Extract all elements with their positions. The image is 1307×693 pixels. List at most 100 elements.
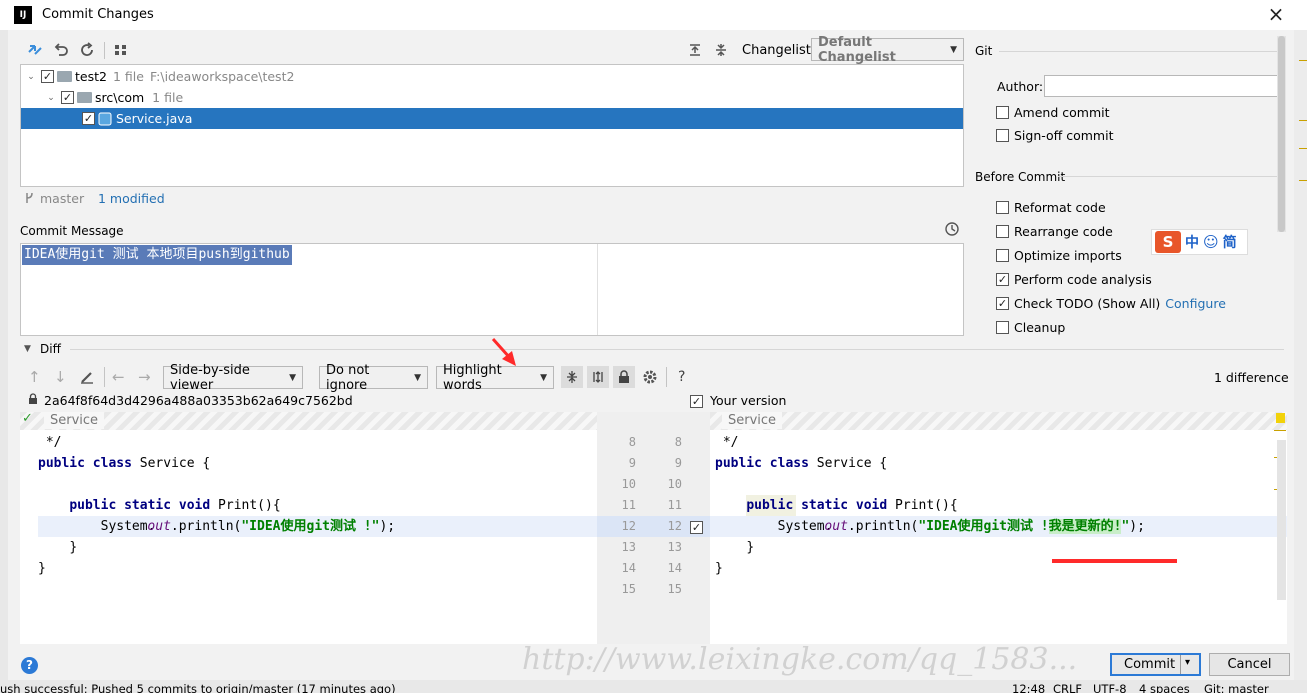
- options-scrollbar[interactable]: [1277, 36, 1286, 232]
- before-commit-option[interactable]: Check TODO (Show All) Configure: [996, 293, 1226, 313]
- ime-chinese-mode[interactable]: 中: [1185, 232, 1199, 252]
- before-commit-option[interactable]: Optimize imports: [996, 245, 1122, 265]
- cancel-button[interactable]: Cancel: [1209, 653, 1290, 676]
- viewer-dropdown[interactable]: Side-by-side viewer ▼: [163, 363, 303, 393]
- expand-arrow-icon[interactable]: ⌄: [21, 72, 41, 82]
- help-icon[interactable]: ?: [678, 369, 685, 385]
- author-input[interactable]: [1044, 75, 1282, 97]
- commit-message-textarea[interactable]: IDEA使用git 测试 本地项目push到github: [20, 243, 964, 336]
- status-message: ush successful: Pushed 5 commits to orig…: [0, 682, 396, 693]
- close-window-button[interactable]: ×: [1264, 3, 1288, 27]
- branch-name: master: [40, 191, 85, 206]
- status-indent[interactable]: 4 spaces: [1139, 682, 1190, 693]
- folder-checkbox[interactable]: [61, 91, 74, 104]
- chevron-down-icon[interactable]: ▾: [1185, 657, 1190, 668]
- commit-message-text: IDEA使用git 测试 本地项目push到github: [22, 245, 292, 265]
- left-line-number: 10: [621, 477, 636, 491]
- before-commit-option[interactable]: Cleanup: [996, 317, 1065, 337]
- right-breadcrumb[interactable]: Service: [722, 412, 783, 429]
- right-line-number: 14: [667, 561, 682, 575]
- edit-source-icon[interactable]: [79, 369, 95, 385]
- lock-icon[interactable]: [613, 366, 635, 388]
- tree-row-file-selected[interactable]: Service.java: [21, 108, 963, 129]
- ime-simplified-mode[interactable]: 简: [1223, 232, 1237, 252]
- intellij-app-icon: IJ: [14, 6, 32, 24]
- before-commit-option[interactable]: Perform code analysis: [996, 269, 1152, 289]
- status-line-separator[interactable]: CRLF: [1053, 682, 1082, 693]
- status-git-branch[interactable]: Git: master: [1204, 682, 1269, 693]
- message-history-clock-icon[interactable]: [944, 221, 960, 237]
- right-margin-guide: [597, 244, 598, 335]
- sogou-logo-icon: S: [1155, 231, 1181, 253]
- refresh-icon[interactable]: [78, 41, 96, 59]
- highlight-dropdown[interactable]: Highlight words ▼: [436, 363, 554, 393]
- left-code-line: }: [38, 561, 46, 576]
- before-commit-checkbox[interactable]: [996, 224, 1009, 238]
- signoff-checkbox[interactable]: [996, 128, 1009, 142]
- left-breadcrumb[interactable]: Service: [44, 412, 105, 429]
- status-position[interactable]: 12:48: [1012, 682, 1045, 693]
- left-revision-hash: 2a64f8f64d3d4296a488a03353b62a649c7562bd: [44, 393, 353, 408]
- tree-row-root[interactable]: ⌄ test2 1 file F:\ideaworkspace\test2: [21, 66, 963, 87]
- right-line-number: 10: [667, 477, 682, 491]
- root-path: F:\ideaworkspace\test2: [149, 69, 295, 84]
- before-commit-option[interactable]: Rearrange code: [996, 221, 1113, 241]
- file-checkbox[interactable]: [82, 112, 95, 125]
- options-scrollbar-thumb[interactable]: [1278, 36, 1285, 232]
- forward-icon[interactable]: →: [138, 368, 151, 386]
- tree-row-folder[interactable]: ⌄ src\com 1 file: [21, 87, 963, 108]
- amend-commit-option[interactable]: Amend commit: [996, 102, 1110, 122]
- amend-checkbox[interactable]: [996, 105, 1009, 119]
- right-line-number: 15: [667, 582, 682, 596]
- collapse-all-icon[interactable]: [712, 41, 730, 59]
- chevron-down-icon: ▼: [414, 372, 421, 383]
- configure-link[interactable]: Configure: [1165, 296, 1226, 311]
- signoff-commit-option[interactable]: Sign-off commit: [996, 125, 1114, 145]
- settings-gear-icon[interactable]: [642, 369, 658, 385]
- before-commit-checkbox[interactable]: [996, 296, 1009, 310]
- ignore-value: Do not ignore: [326, 362, 370, 393]
- group-by-icon[interactable]: [112, 41, 130, 59]
- right-line-number: 11: [667, 498, 682, 512]
- before-commit-header: Before Commit: [975, 170, 1066, 184]
- error-stripe-status-icon: [1276, 413, 1285, 423]
- file-name: Service.java: [116, 111, 193, 126]
- rollback-icon[interactable]: [52, 41, 70, 59]
- diff-divider: [70, 349, 1284, 350]
- collapse-unchanged-icon[interactable]: [561, 366, 583, 388]
- sync-scroll-icon[interactable]: [587, 366, 609, 388]
- your-version-checkbox[interactable]: [690, 394, 706, 409]
- root-checkbox[interactable]: [41, 70, 54, 83]
- before-commit-checkbox[interactable]: [996, 320, 1009, 334]
- before-commit-option[interactable]: Reformat code: [996, 197, 1106, 217]
- help-circle-icon[interactable]: ?: [21, 657, 38, 674]
- show-diff-icon[interactable]: [26, 41, 44, 59]
- changes-tree[interactable]: ⌄ test2 1 file F:\ideaworkspace\test2 ⌄ …: [20, 64, 964, 187]
- ime-emoji-icon[interactable]: ☺: [1203, 233, 1219, 251]
- commit-button[interactable]: Commit ▾: [1110, 653, 1201, 676]
- previous-diff-icon[interactable]: ↑: [28, 368, 41, 386]
- status-encoding[interactable]: UTF-8: [1093, 682, 1127, 693]
- apply-change-checkbox[interactable]: [690, 520, 706, 535]
- diff-section-header: Diff: [40, 342, 61, 356]
- changelist-dropdown[interactable]: Default Changelist ▼: [811, 35, 964, 65]
- expand-all-icon[interactable]: [686, 41, 704, 59]
- expand-arrow-icon[interactable]: ⌄: [41, 93, 61, 103]
- left-line-number: 8: [628, 435, 636, 449]
- ignore-whitespace-dropdown[interactable]: Do not ignore ▼: [319, 363, 428, 393]
- before-commit-option-label: Cleanup: [1014, 319, 1066, 335]
- right-pane-scrollbar[interactable]: [1277, 440, 1286, 600]
- commit-label: Commit: [1124, 657, 1176, 672]
- modified-count-link[interactable]: 1 modified: [98, 191, 165, 206]
- before-commit-checkbox[interactable]: [996, 200, 1009, 214]
- before-commit-checkbox[interactable]: [996, 248, 1009, 262]
- back-icon[interactable]: ←: [112, 368, 125, 386]
- before-commit-divider: [1058, 176, 1284, 177]
- next-diff-icon[interactable]: ↓: [54, 368, 67, 386]
- left-line-number: 14: [621, 561, 636, 575]
- right-code-line: public class Service {: [715, 456, 888, 471]
- before-commit-checkbox[interactable]: [996, 272, 1009, 286]
- collapse-diff-arrow-icon[interactable]: ▼: [24, 344, 31, 354]
- before-commit-option-label: Check TODO (Show All): [1014, 295, 1161, 311]
- ime-toolbar[interactable]: S 中 ☺ 简: [1151, 229, 1248, 255]
